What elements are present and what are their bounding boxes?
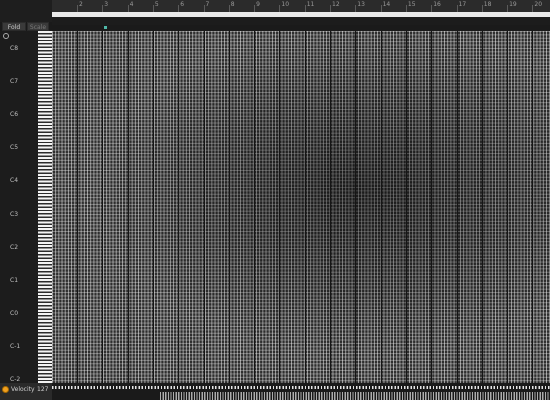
ruler-tick (102, 5, 104, 12)
ruler-bar-number: 20 (534, 1, 543, 8)
octave-label: C6 (10, 111, 19, 119)
ruler-bar-number: 7 (205, 1, 210, 8)
ruler-bar-number: 4 (129, 1, 134, 8)
ruler-bar-number: 9 (256, 1, 260, 8)
octave-label: C2 (10, 243, 19, 251)
ruler-bar-number: 3 (104, 1, 109, 8)
ruler-bar-number: 16 (433, 1, 441, 8)
grid-bar-line (77, 31, 78, 383)
octave-label: C-2 (10, 376, 21, 383)
ruler-tick (77, 5, 78, 12)
fold-button[interactable]: Fold (2, 22, 26, 31)
ruler-tick (228, 5, 230, 12)
ruler-bar-number: 15 (407, 1, 416, 8)
ruler-bar-number: 5 (154, 1, 159, 8)
grid-bar-line (330, 31, 331, 383)
velocity-bars (160, 392, 550, 400)
ruler-tick (532, 5, 534, 12)
ruler-tick (304, 5, 306, 12)
ruler-bar-number: 12 (332, 1, 340, 8)
grid-bar-line (152, 31, 154, 383)
grid-bar-line (507, 31, 509, 383)
octave-label: C8 (10, 45, 19, 52)
octave-label: C-1 (10, 342, 21, 350)
ruler-bar-number: 13 (357, 1, 365, 8)
ruler-tick (254, 5, 256, 12)
ruler-tick (279, 5, 281, 12)
ruler-bar-number: 11 (306, 1, 315, 8)
grid-bar-line (178, 31, 180, 383)
timeline-ruler[interactable]: 2 3 4 5 6 7 8 9 10 11 12 13 14 15 16 17 18 19 20 (52, 0, 550, 12)
ruler-tick (203, 5, 205, 12)
octave-label: C7 (10, 78, 19, 86)
orange-dot-icon[interactable] (2, 386, 9, 393)
grid-bar-line (355, 31, 357, 383)
ruler-bar-number: 19 (509, 1, 517, 8)
ruler-tick (355, 5, 357, 12)
grid-bar-line (481, 31, 483, 383)
octave-label: C1 (10, 276, 19, 284)
grid-bar-line (405, 31, 407, 383)
ruler-tick (127, 5, 129, 12)
header-blank (0, 0, 52, 22)
ruler-tick (481, 5, 483, 12)
ruler-bar-number: 18 (483, 1, 492, 8)
midi-clip-editor: Fold Scale 2 3 4 5 6 7 8 9 10 11 12 13 14 15 16 17 18 19 2… (0, 0, 550, 400)
ruler-bar-number: 8 (230, 1, 235, 8)
grid-bar-line (102, 31, 104, 383)
ruler-tick (152, 5, 154, 12)
ruler-tick (405, 5, 407, 12)
octave-label: C0 (10, 309, 19, 317)
grid-bar-line (431, 31, 433, 383)
ruler-tick (456, 5, 458, 12)
grid-bar-line (532, 31, 534, 383)
ruler-bar-number: 2 (79, 1, 83, 8)
ruler-bar-number: 10 (281, 1, 290, 8)
ruler-tick (178, 5, 180, 12)
grid-bar-line (203, 31, 205, 383)
scale-button[interactable]: Scale (27, 22, 49, 31)
playhead-marker[interactable] (104, 26, 107, 29)
ruler-bar-number: 14 (382, 1, 391, 8)
ruler-tick (380, 5, 382, 12)
grid-bar-line (279, 31, 281, 383)
octave-label: C4 (10, 177, 19, 185)
piano-keyboard[interactable] (38, 31, 52, 383)
grid-bar-line (254, 31, 256, 383)
ruler-bar-number: 17 (458, 1, 467, 8)
circle-icon[interactable] (3, 33, 9, 39)
grid-bar-line (127, 31, 129, 383)
grid-bar-line (380, 31, 382, 383)
velocity-lane-header: Velocity 127 (0, 383, 52, 400)
ruler-tick (330, 5, 331, 12)
ruler-tick (507, 5, 509, 12)
octave-label: C5 (10, 144, 19, 152)
octave-label-column: C8 C7 C6 C5 C4 C3 C2 C1 C0 C-1 C-2 (0, 31, 38, 383)
grid-bar-line (228, 31, 230, 383)
ruler-gap (52, 17, 550, 25)
grid-bar-line (456, 31, 458, 383)
ruler-bar-number: 6 (180, 1, 185, 8)
grid-bar-line (304, 31, 306, 383)
velocity-label: Velocity (11, 386, 35, 393)
velocity-value: 127 (37, 386, 49, 393)
octave-label: C3 (10, 210, 19, 218)
ruler-tick (431, 5, 433, 12)
